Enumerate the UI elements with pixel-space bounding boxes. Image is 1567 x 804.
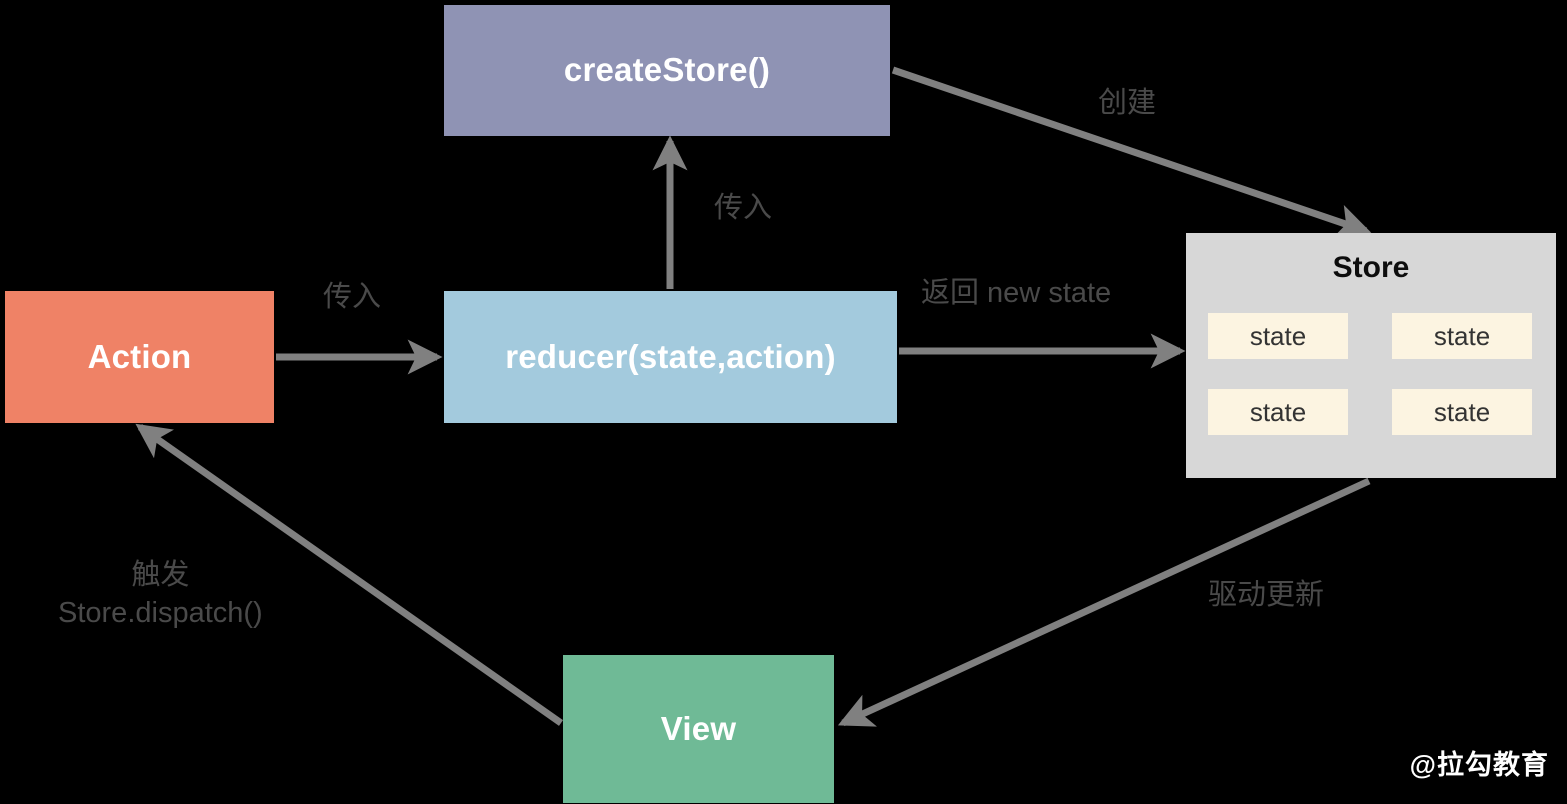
edge-label-action-to-reducer: 传入 bbox=[323, 281, 382, 313]
store-state-box[interactable]: state bbox=[1208, 313, 1348, 359]
edge-label-reducer-to-store: 返回 new state bbox=[921, 277, 1112, 309]
store-state-box[interactable]: state bbox=[1208, 389, 1348, 435]
store-state-box[interactable]: state bbox=[1392, 313, 1532, 359]
edge-label-store-to-view: 驱动更新 bbox=[1208, 579, 1325, 611]
watermark: @拉勾教育 bbox=[1409, 750, 1549, 780]
node-store[interactable]: Store state state state state bbox=[1186, 233, 1556, 478]
node-view-label: View bbox=[660, 709, 737, 747]
node-action[interactable]: Action bbox=[5, 291, 274, 423]
edge-label-createstore-to-store: 创建 bbox=[1098, 87, 1157, 119]
edge-label-reducer-to-createstore: 传入 bbox=[714, 192, 773, 224]
node-createstore-label: createStore() bbox=[563, 51, 771, 89]
edge-label-view-to-action: 触发 Store.dispatch() bbox=[58, 559, 263, 629]
node-store-label: Store bbox=[1332, 251, 1410, 284]
node-action-label: Action bbox=[87, 337, 192, 375]
node-reducer[interactable]: reducer(state,action) bbox=[444, 291, 897, 423]
diagram-canvas: createStore() Action reducer(state,actio… bbox=[0, 0, 1567, 804]
node-view[interactable]: View bbox=[563, 655, 834, 803]
node-createstore[interactable]: createStore() bbox=[444, 5, 890, 136]
store-state-box[interactable]: state bbox=[1392, 389, 1532, 435]
node-reducer-label: reducer(state,action) bbox=[505, 337, 836, 375]
